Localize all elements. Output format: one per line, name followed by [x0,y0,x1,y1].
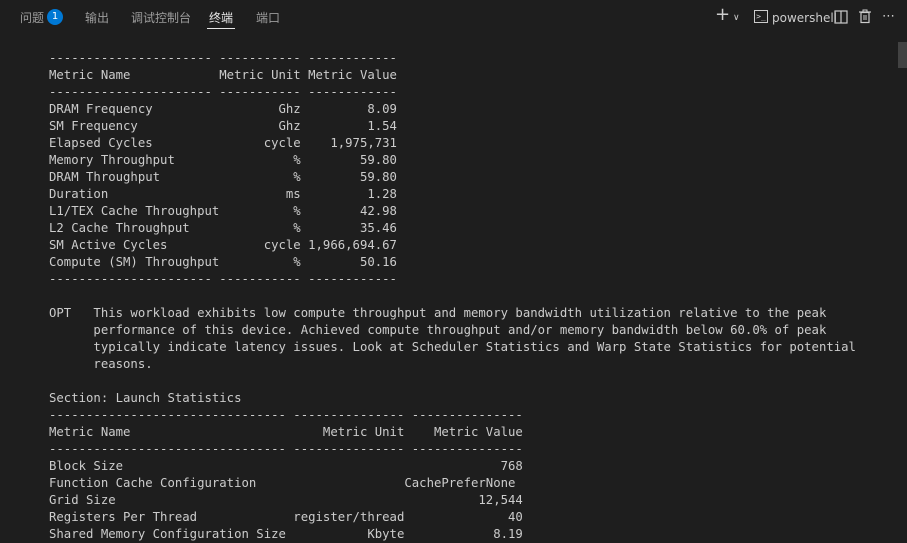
plus-icon[interactable]: + [715,6,730,24]
terminal-line: Function Cache Configuration CachePrefer… [49,476,516,490]
terminal-line: Memory Throughput % 59.80 [49,153,397,167]
terminal-line: Duration ms 1.28 [49,187,397,201]
terminal-line: L2 Cache Throughput % 35.46 [49,221,397,235]
terminal-line: Elapsed Cycles cycle 1,975,731 [49,136,397,150]
tab-problems[interactable]: 问题 [20,10,44,26]
terminal-line: Block Size 768 [49,459,523,473]
tab-debug-console[interactable]: 调试控制台 [131,10,191,26]
panel-tab-bar: 问题 1 输出 调试控制台 终端 端口 + ∨ >_ powershell ⋯ [0,0,907,36]
terminal-line: L1/TEX Cache Throughput % 42.98 [49,204,397,218]
terminal-line: DRAM Frequency Ghz 8.09 [49,102,397,116]
terminal-line: Grid Size 12,544 [49,493,523,507]
terminal-output[interactable]: ---------------------- ----------- -----… [0,36,907,543]
terminal-line: SM Frequency Ghz 1.54 [49,119,397,133]
terminal-line: performance of this device. Achieved com… [49,323,827,337]
active-tab-indicator [207,28,235,29]
problems-count-badge: 1 [47,9,63,25]
split-icon[interactable] [834,10,848,24]
terminal-line: ---------------------- ----------- -----… [49,51,397,65]
tab-output[interactable]: 输出 [85,10,109,26]
tab-terminal[interactable]: 终端 [209,10,233,26]
terminal-line: -------------------------------- -------… [49,408,523,422]
terminal-icon: >_ [754,10,768,23]
terminal-line: -------------------------------- -------… [49,442,523,456]
terminal-line: ---------------------- ----------- -----… [49,272,397,286]
terminal-line: Compute (SM) Throughput % 50.16 [49,255,397,269]
terminal-line: SM Active Cycles cycle 1,966,694.67 [49,238,397,252]
terminal-line: Metric Name Metric Unit Metric Value [49,425,523,439]
trash-icon[interactable] [858,9,872,24]
terminal-line: OPT This workload exhibits low compute t… [49,306,827,320]
terminal-line: Section: Launch Statistics [49,391,242,405]
terminal-line: reasons. [49,357,153,371]
terminal-line: typically indicate latency issues. Look … [49,340,856,354]
terminal-scrollbar-thumb[interactable] [898,42,907,68]
terminal-line: Registers Per Thread register/thread 40 [49,510,523,524]
chevron-down-icon[interactable]: ∨ [733,9,740,27]
terminal-line: ---------------------- ----------- -----… [49,85,397,99]
terminal-line: Shared Memory Configuration Size Kbyte 8… [49,527,523,541]
ellipsis-icon[interactable]: ⋯ [882,8,896,26]
terminal-line: Metric Name Metric Unit Metric Value [49,68,397,82]
terminal-line: DRAM Throughput % 59.80 [49,170,397,184]
tab-ports[interactable]: 端口 [256,10,280,26]
shell-name[interactable]: powershell [772,10,837,26]
